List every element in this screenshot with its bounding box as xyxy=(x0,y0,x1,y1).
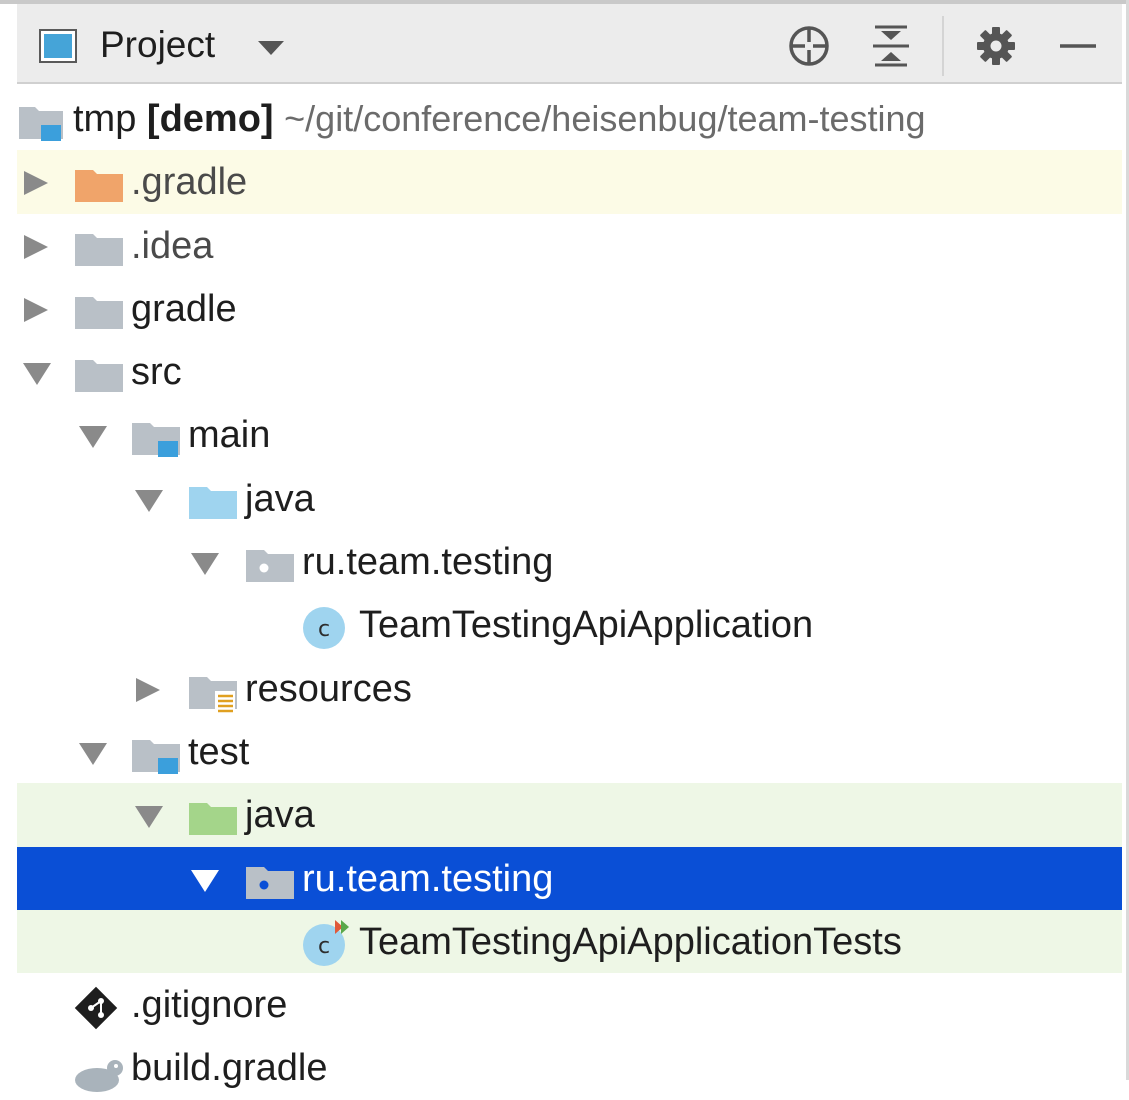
tree-row-class[interactable]: c TeamTestingApiApplication xyxy=(17,593,1122,656)
tree-row-gradle[interactable]: gradle xyxy=(17,277,1122,340)
chevron-down-icon[interactable] xyxy=(189,550,221,576)
root-name: tmp xyxy=(73,98,137,140)
tree-row-src[interactable]: src xyxy=(17,340,1122,403)
chevron-right-icon[interactable] xyxy=(133,677,165,703)
project-view-icon xyxy=(39,29,77,63)
project-tree: tmp [demo] ~/git/conference/heisenbug/te… xyxy=(17,87,1122,1100)
chevron-down-icon[interactable] xyxy=(77,740,109,766)
tree-item-label: resources xyxy=(245,667,412,710)
tree-item-label: java xyxy=(245,794,315,837)
chevron-down-icon[interactable] xyxy=(21,360,53,386)
tree-row-test-package[interactable]: ru.team.testing xyxy=(17,846,1122,910)
tree-item-label: ru.team.testing xyxy=(302,541,554,584)
tree-item-label: .gradle xyxy=(131,161,248,204)
tree-row-gradle-dir[interactable]: .gradle xyxy=(17,150,1122,214)
toolbar-separator xyxy=(942,16,944,76)
test-class-icon: c xyxy=(303,919,349,966)
module-folder-icon xyxy=(132,423,180,458)
project-toolbar: Project xyxy=(17,4,1122,84)
tree-row-test-class[interactable]: c TeamTestingApiApplicationTests xyxy=(17,909,1122,974)
chevron-right-icon[interactable] xyxy=(21,234,53,260)
tree-row-test-java[interactable]: java xyxy=(17,783,1122,847)
resources-folder-icon xyxy=(189,676,237,713)
folder-icon xyxy=(75,360,123,393)
root-module: [demo] xyxy=(146,98,274,140)
tree-item-label: TeamTestingApiApplication xyxy=(359,604,814,647)
class-icon: c xyxy=(303,607,345,650)
chevron-down-icon[interactable] xyxy=(257,40,285,56)
folder-icon xyxy=(75,233,123,266)
collapse-all-icon[interactable] xyxy=(867,24,915,68)
tree-item-label: test xyxy=(188,730,250,773)
chevron-down-icon[interactable] xyxy=(189,867,221,893)
tree-row-main-java[interactable]: java xyxy=(17,467,1122,530)
tree-row-idea[interactable]: .idea xyxy=(17,214,1122,277)
tree-item-label: gradle xyxy=(131,287,237,330)
source-root-icon xyxy=(189,486,237,519)
test-root-icon xyxy=(189,803,237,836)
chevron-right-icon[interactable] xyxy=(21,297,53,323)
gradle-icon xyxy=(75,1060,123,1093)
chevron-down-icon[interactable] xyxy=(77,423,109,449)
tree-row-resources[interactable]: resources xyxy=(17,657,1122,720)
tree-row-build-gradle[interactable]: build.gradle xyxy=(17,1036,1122,1099)
view-title[interactable]: Project xyxy=(100,24,215,66)
module-folder-icon xyxy=(19,107,63,141)
crosshair-icon[interactable] xyxy=(785,24,833,68)
package-icon xyxy=(246,866,294,899)
tree-item-label: main xyxy=(188,414,271,457)
tree-item-label: build.gradle xyxy=(131,1047,328,1090)
root-path: ~/git/conference/heisenbug/team-testing xyxy=(284,98,926,139)
tree-item-label: java xyxy=(245,477,315,520)
tree-item-label: TeamTestingApiApplicationTests xyxy=(359,920,902,963)
tree-item-label: ru.team.testing xyxy=(302,857,554,900)
minimize-icon[interactable] xyxy=(1054,24,1102,68)
chevron-right-icon[interactable] xyxy=(21,170,53,196)
svg-text:c: c xyxy=(318,617,330,642)
git-icon xyxy=(74,986,118,1030)
package-icon xyxy=(246,550,294,583)
folder-icon xyxy=(75,296,123,329)
tree-row-main-package[interactable]: ru.team.testing xyxy=(17,530,1122,593)
root-label: tmp [demo] ~/git/conference/heisenbug/te… xyxy=(73,97,926,141)
tree-row-main[interactable]: main xyxy=(17,403,1122,466)
gear-icon[interactable] xyxy=(972,24,1020,68)
folder-excluded-icon xyxy=(75,170,123,203)
tree-row-gitignore[interactable]: .gitignore xyxy=(17,973,1122,1036)
svg-text:c: c xyxy=(318,934,330,959)
tree-item-label: src xyxy=(131,351,182,394)
chevron-down-icon[interactable] xyxy=(133,803,165,829)
module-folder-icon xyxy=(132,739,180,774)
tree-item-label: .gitignore xyxy=(131,984,288,1027)
tree-row-root[interactable]: tmp [demo] ~/git/conference/heisenbug/te… xyxy=(17,87,1122,150)
tree-item-label: .idea xyxy=(131,224,214,267)
tree-row-test[interactable]: test xyxy=(17,720,1122,783)
chevron-down-icon[interactable] xyxy=(133,487,165,513)
